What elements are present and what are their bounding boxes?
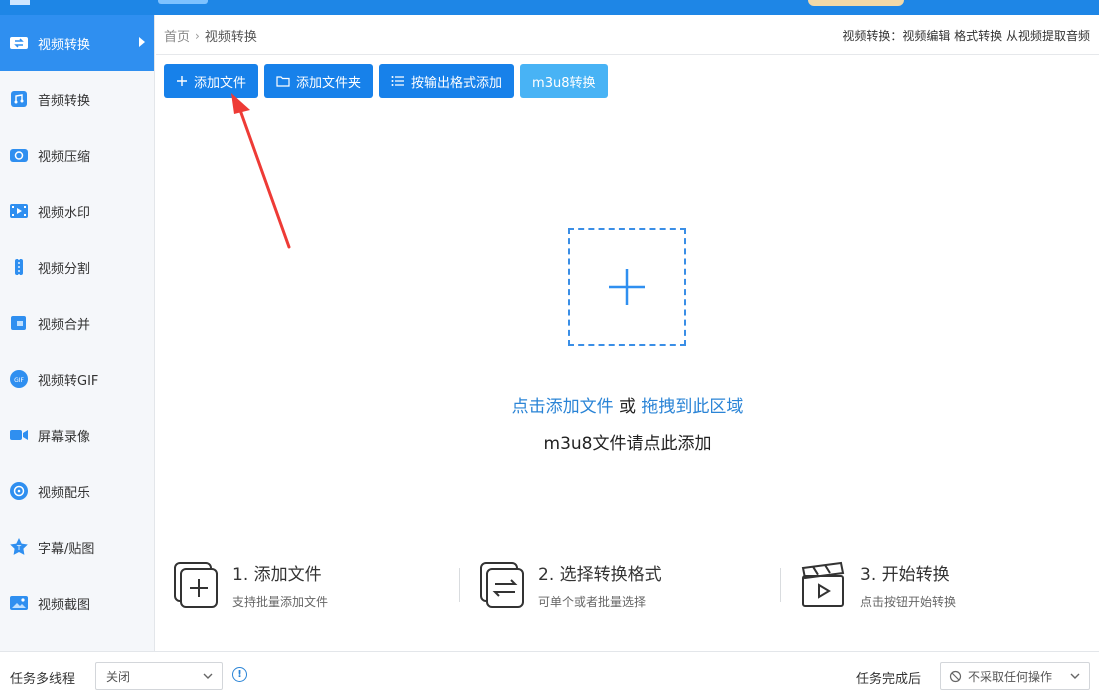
breadcrumb-current: 视频转换 bbox=[204, 30, 257, 45]
sidebar-item-video-gif[interactable]: GIF 视频转GIF bbox=[0, 351, 154, 407]
m3u8-convert-label: m3u8转换 bbox=[532, 75, 596, 91]
chevron-right-icon: › bbox=[195, 28, 200, 43]
multithread-label: 任务多线程 bbox=[10, 672, 76, 687]
after-task-select[interactable]: 不采取任何操作 bbox=[940, 662, 1090, 690]
after-task-value: 不采取任何操作 bbox=[968, 669, 1053, 684]
video-gif-icon: GIF bbox=[8, 368, 30, 390]
sidebar-item-screen-record[interactable]: 屏幕录像 bbox=[0, 407, 154, 463]
vip-button[interactable] bbox=[808, 0, 904, 6]
sidebar-item-label: 视频配乐 bbox=[38, 485, 91, 501]
drop-zone[interactable] bbox=[568, 228, 686, 346]
step-start-convert: 3. 开始转换 点击按钮开始转换 bbox=[800, 560, 956, 612]
drag-here-link[interactable]: 拖拽到此区域 bbox=[641, 397, 743, 417]
subtitle-sticker-icon: T bbox=[8, 536, 30, 558]
add-file-button[interactable]: 添加文件 bbox=[164, 64, 259, 98]
clapperboard-icon bbox=[801, 561, 845, 607]
sidebar-item-video-split[interactable]: 视频分割 bbox=[0, 239, 154, 295]
click-add-file-link[interactable]: 点击添加文件 bbox=[512, 397, 614, 417]
sidebar-item-label: 视频转GIF bbox=[38, 373, 99, 389]
step-description: 点击按钮开始转换 bbox=[860, 595, 957, 609]
step-title: 2. 选择转换格式 bbox=[538, 565, 662, 585]
breadcrumb: 首页 › 视频转换 bbox=[164, 26, 257, 46]
add-by-format-label: 按输出格式添加 bbox=[411, 75, 503, 91]
step-select-format: 2. 选择转换格式 可单个或者批量选择 bbox=[478, 560, 662, 612]
step-description: 支持批量添加文件 bbox=[232, 595, 329, 609]
sidebar-item-subtitle-sticker[interactable]: T 字幕/贴图 bbox=[0, 519, 154, 575]
m3u8-convert-button[interactable]: m3u8转换 bbox=[520, 64, 608, 98]
drop-instructions: 点击添加文件 或 拖拽到此区域 bbox=[156, 392, 1099, 417]
video-compress-icon bbox=[8, 144, 30, 166]
screen-record-icon bbox=[8, 424, 30, 446]
title-bar bbox=[0, 0, 1099, 15]
sidebar-item-label: 视频截图 bbox=[38, 597, 91, 613]
add-folder-button[interactable]: 添加文件夹 bbox=[264, 64, 374, 98]
video-screenshot-icon bbox=[8, 592, 30, 614]
sidebar-item-video-compress[interactable]: 视频压缩 bbox=[0, 127, 154, 183]
divider bbox=[459, 568, 460, 602]
app-logo bbox=[10, 0, 30, 5]
sidebar-item-label: 视频合并 bbox=[38, 317, 91, 333]
audio-convert-icon bbox=[8, 88, 30, 110]
page-description: 视频转换：视频编辑 格式转换 从视频提取音频 bbox=[842, 29, 1090, 43]
video-watermark-icon bbox=[8, 200, 30, 222]
multithread-value: 关闭 bbox=[106, 669, 131, 684]
convert-step-icon bbox=[480, 562, 524, 608]
step-title: 1. 添加文件 bbox=[232, 565, 322, 585]
toolbar: 添加文件 添加文件夹 按输出格式添加 m3u8转换 bbox=[164, 64, 614, 98]
folder-icon bbox=[276, 75, 290, 87]
info-icon[interactable]: ! bbox=[232, 667, 247, 682]
add-by-format-button[interactable]: 按输出格式添加 bbox=[379, 64, 515, 98]
sidebar-item-label: 视频水印 bbox=[38, 205, 91, 221]
step-title: 3. 开始转换 bbox=[860, 565, 950, 585]
sidebar-item-label: 视频转换 bbox=[38, 37, 91, 53]
step-add-file: 1. 添加文件 支持批量添加文件 bbox=[172, 560, 328, 612]
step-description: 可单个或者批量选择 bbox=[538, 595, 647, 609]
sidebar-item-label: 字幕/贴图 bbox=[38, 541, 95, 557]
sidebar-item-video-merge[interactable]: 视频合并 bbox=[0, 295, 154, 351]
divider bbox=[780, 568, 781, 602]
title-tab[interactable] bbox=[158, 0, 208, 4]
sidebar-item-video-convert[interactable]: 视频转换 bbox=[0, 15, 154, 71]
sidebar-item-label: 屏幕录像 bbox=[38, 429, 91, 445]
breadcrumb-home[interactable]: 首页 bbox=[164, 26, 190, 45]
sidebar-item-video-music[interactable]: 视频配乐 bbox=[0, 463, 154, 519]
sidebar-item-audio-convert[interactable]: 音频转换 bbox=[0, 71, 154, 127]
list-icon bbox=[391, 75, 405, 87]
sidebar-item-video-watermark[interactable]: 视频水印 bbox=[0, 183, 154, 239]
ban-icon bbox=[949, 670, 962, 682]
video-split-icon bbox=[8, 256, 30, 278]
multithread-select[interactable]: 关闭 bbox=[95, 662, 223, 690]
chevron-down-icon bbox=[1070, 673, 1080, 679]
video-convert-icon bbox=[8, 32, 30, 54]
chevron-down-icon bbox=[203, 673, 213, 679]
sidebar-item-label: 视频分割 bbox=[38, 261, 91, 277]
video-merge-icon bbox=[8, 312, 30, 334]
svg-text:T: T bbox=[16, 544, 22, 552]
add-folder-label: 添加文件夹 bbox=[296, 75, 362, 91]
header-bar: 首页 › 视频转换 视频转换：视频编辑 格式转换 从视频提取音频 bbox=[156, 15, 1099, 55]
bottom-bar: 任务多线程 关闭 任务完成后 不采取任何操作 bbox=[0, 651, 1099, 700]
sidebar-item-label: 视频压缩 bbox=[38, 149, 91, 165]
plus-icon bbox=[176, 75, 188, 87]
sidebar: 视频转换 音频转换 视频压缩 视频水印 视频分割 视频合并 GIF 视频转GIF… bbox=[0, 15, 155, 651]
sidebar-item-label: 音频转换 bbox=[38, 93, 91, 109]
active-arrow-icon bbox=[139, 37, 145, 47]
add-file-step-icon bbox=[174, 562, 218, 608]
svg-text:GIF: GIF bbox=[14, 377, 24, 384]
m3u8-add-link[interactable]: m3u8文件请点此添加 bbox=[156, 429, 1099, 454]
or-text: 或 bbox=[613, 397, 642, 417]
sidebar-item-video-screenshot[interactable]: 视频截图 bbox=[0, 575, 154, 631]
plus-icon bbox=[609, 269, 645, 305]
after-task-label: 任务完成后 bbox=[856, 672, 922, 687]
video-music-icon bbox=[8, 480, 30, 502]
add-file-label: 添加文件 bbox=[194, 75, 247, 91]
